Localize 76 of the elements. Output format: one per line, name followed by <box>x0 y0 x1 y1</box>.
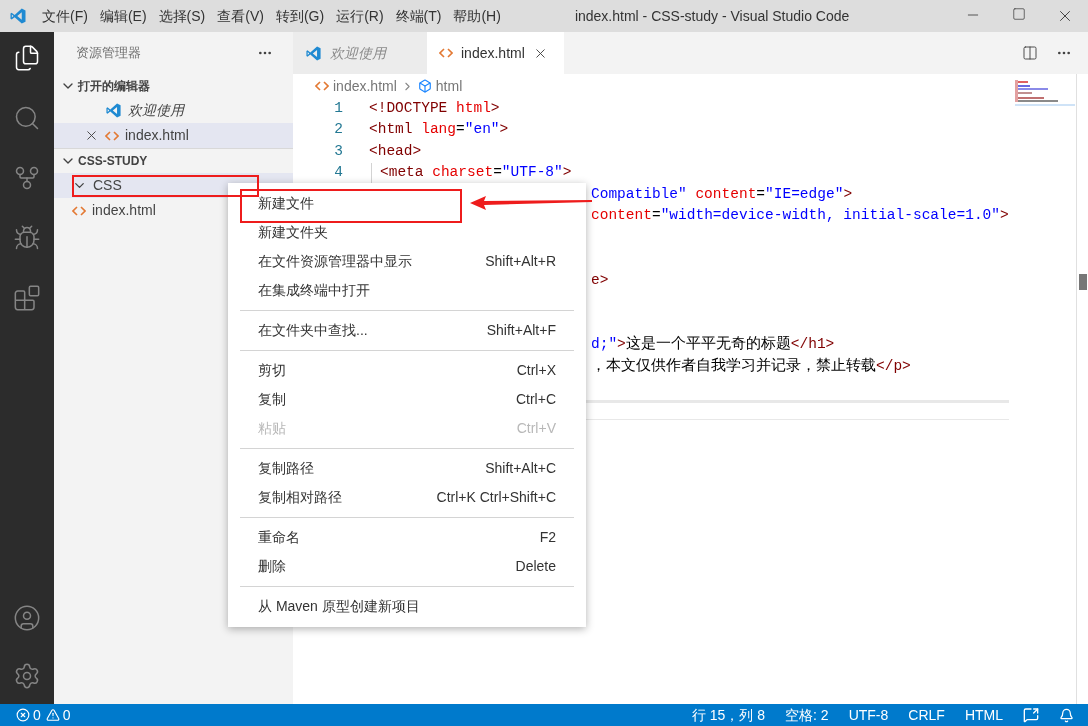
vscode-logo-icon <box>305 44 322 62</box>
menu-item[interactable]: 复制路径 Shift+Alt+C <box>228 454 586 483</box>
line-number: 3 <box>333 141 343 161</box>
code-line: <head> <box>369 141 422 161</box>
breadcrumb-item[interactable]: index.html <box>333 75 397 97</box>
vscode-logo-icon <box>9 7 27 25</box>
menu-item[interactable]: 运行(R) <box>330 5 390 27</box>
menu-item[interactable]: 在集成终端中打开 <box>228 276 586 305</box>
line-number: 1 <box>333 98 343 118</box>
status-item[interactable]: 行 15，列 8 <box>691 704 766 726</box>
search-icon[interactable] <box>13 104 41 132</box>
status-item[interactable]: HTML <box>964 704 1003 726</box>
breadcrumb-item[interactable]: html <box>435 75 463 97</box>
vscode-logo-icon <box>105 102 122 119</box>
account-icon[interactable] <box>13 604 41 632</box>
split-editor-icon[interactable] <box>1022 45 1038 61</box>
settings-icon[interactable] <box>13 662 41 690</box>
code-line: content="width=device-width, initial-scale=1.0"> <box>591 206 1009 226</box>
section-title: CSS-STUDY <box>78 153 148 170</box>
file-row[interactable]: 欢迎使用 <box>54 98 293 123</box>
section-title: 打开的编辑器 <box>78 78 150 95</box>
menu-item[interactable]: 在文件夹中查找... Shift+Alt+F <box>228 316 586 345</box>
close-icon[interactable] <box>84 128 99 143</box>
file-name: index.html <box>125 126 189 145</box>
status-item[interactable]: CRLF <box>908 704 945 726</box>
menu-item[interactable]: 在文件资源管理器中显示 Shift+Alt+R <box>228 247 586 276</box>
section-header[interactable]: CSS-STUDY <box>54 149 293 173</box>
error-icon[interactable] <box>16 708 30 722</box>
branch-icon[interactable] <box>13 164 41 192</box>
line-number: 2 <box>333 120 343 140</box>
bug-icon[interactable] <box>13 224 41 252</box>
menu-item[interactable]: 复制 Ctrl+C <box>228 385 586 414</box>
code-line: <!DOCTYPE html> <box>369 98 500 118</box>
code-line: ，本文仅供作者自我学习并记录，禁止转载</p> <box>591 356 911 376</box>
files-icon[interactable] <box>13 44 41 72</box>
code-brackets-icon <box>439 47 453 59</box>
menu-item[interactable]: 选择(S) <box>152 5 212 27</box>
status-item[interactable]: UTF-8 <box>848 704 889 726</box>
warning-count[interactable]: 0 <box>62 704 71 726</box>
editor-tab[interactable]: index.html <box>427 32 564 74</box>
menu-item[interactable]: 文件(F) <box>36 5 94 27</box>
code-line: <meta charset="UTF-8"> <box>380 163 572 183</box>
menu-item[interactable]: 查看(V) <box>211 5 270 27</box>
line-number: 4 <box>333 163 343 183</box>
code-brackets-icon <box>105 129 119 142</box>
menu-item[interactable]: 复制相对路径 Ctrl+K Ctrl+Shift+C <box>228 483 586 512</box>
menu-item[interactable]: 编辑(E) <box>93 5 153 27</box>
code-brackets-icon <box>315 80 329 92</box>
file-row[interactable]: index.html <box>54 123 293 148</box>
code-line: <html lang="en"> <box>369 120 509 140</box>
menu-item[interactable]: 删除 Delete <box>228 552 586 581</box>
status-item[interactable]: 空格: 2 <box>785 704 829 726</box>
code-line: d;">这是一个平平无奇的标题</h1> <box>591 334 835 355</box>
overview-ruler-marker <box>1078 274 1087 290</box>
warning-icon[interactable] <box>45 708 60 722</box>
window-title: index.html - CSS-study - Visual Studio Code <box>574 6 850 26</box>
menu-item[interactable]: 重命名 F2 <box>228 523 586 552</box>
bell-icon[interactable] <box>1059 707 1074 723</box>
blocks-icon[interactable] <box>13 284 41 312</box>
file-name: 欢迎使用 <box>128 101 184 120</box>
menu-item[interactable]: 帮助(H) <box>447 5 507 27</box>
code-line: e> <box>591 270 609 290</box>
menu-item[interactable]: 剪切 Ctrl+X <box>228 356 586 385</box>
error-count[interactable]: 0 <box>33 704 41 726</box>
code-brackets-icon <box>72 204 86 217</box>
menu-item[interactable]: 从 Maven 原型创建新项目 <box>228 592 586 621</box>
menu-item[interactable]: 转到(G) <box>269 5 331 27</box>
code-line: Compatible" content="IE=edge"> <box>591 184 853 204</box>
feedback-icon[interactable] <box>1023 707 1039 723</box>
cube-icon <box>417 79 432 93</box>
menu-item[interactable]: 新建文件夹 <box>228 218 586 247</box>
section-header[interactable]: 打开的编辑器 <box>54 74 293 98</box>
menu-item[interactable]: 终端(T) <box>389 5 448 27</box>
file-name: index.html <box>92 201 156 220</box>
file-name: CSS <box>93 176 122 195</box>
sidebar-title: 资源管理器 <box>76 44 141 63</box>
